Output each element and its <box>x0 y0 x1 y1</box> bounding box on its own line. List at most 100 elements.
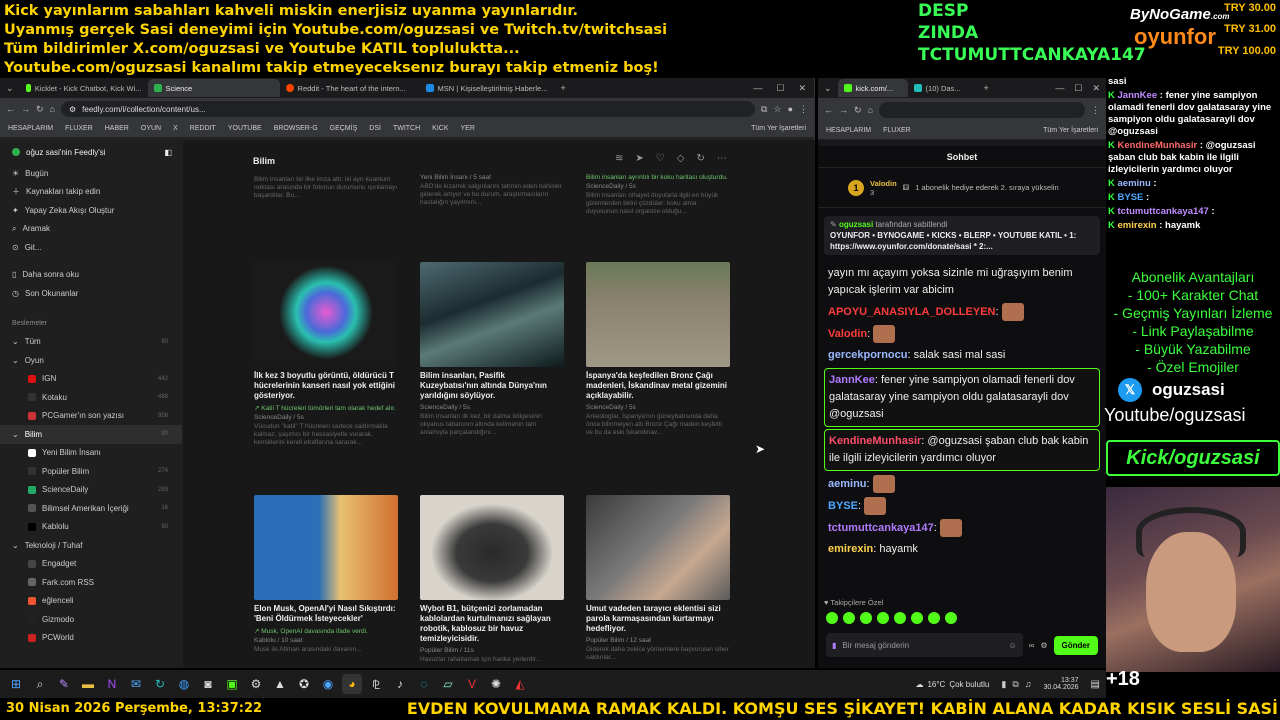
nav-ai-feed[interactable]: ✦ Yapay Zeka Akışı Oluştur <box>0 201 182 220</box>
chat-message[interactable]: Valodin: <box>818 323 1106 345</box>
menu-icon[interactable]: ⋮ <box>1091 105 1100 116</box>
sidebar-feed-item[interactable]: Popüler Bilim 274 <box>0 462 182 481</box>
search-icon[interactable]: ⌕ <box>30 674 50 694</box>
chat-message[interactable]: tctumuttcankaya147: <box>818 517 1106 539</box>
bookmark-reddit[interactable]: REDDIT <box>190 125 216 132</box>
sidebar-feed-item[interactable]: Yeni Bilim İnsanı <box>0 444 182 463</box>
more-icon[interactable]: ⋯ <box>717 153 727 164</box>
sidebar-feed-item[interactable]: ScienceDaily 293 <box>0 481 182 500</box>
bookmark-fluxer[interactable]: FLUXER <box>65 125 93 132</box>
emote-icon[interactable] <box>877 612 889 624</box>
article-card[interactable]: Wybot B1, bütçenizi zorlamadan kablolard… <box>420 495 564 664</box>
back-icon[interactable]: ← <box>6 104 15 114</box>
maximize-icon[interactable]: ☐ <box>776 83 784 94</box>
article-card[interactable]: Bilim insanları, Pasifik Kuzeybatısı'nın… <box>420 262 564 437</box>
app-icon[interactable]: ▱ <box>438 674 458 694</box>
sidebar-feed-item[interactable]: Gizmodo <box>0 610 182 629</box>
close-icon[interactable]: ✕ <box>798 83 806 94</box>
reload-icon[interactable]: ↻ <box>36 104 44 115</box>
emote-icon[interactable] <box>860 612 872 624</box>
favorite-icon[interactable]: ♡ <box>656 153 665 164</box>
camera-icon[interactable]: ◙ <box>198 674 218 694</box>
settings-icon[interactable]: ⚙ <box>1040 641 1047 650</box>
bookmark-yer[interactable]: YER <box>461 125 475 132</box>
article-card-prev-1[interactable]: Bilim insanları bir ilke imza attı: iki … <box>254 174 398 200</box>
sidebar-feed-item[interactable]: ⌄ Bilim 90 <box>0 425 182 444</box>
chat-message[interactable]: JannKee: fener yine sampiyon olamadi fen… <box>824 368 1100 427</box>
sidebar-feed-item[interactable]: eğlenceli <box>0 592 182 611</box>
extensions-icon[interactable]: ⧉ <box>761 104 767 115</box>
weather-widget[interactable]: ☁ 16°C Çok bulutlu <box>915 680 989 689</box>
chevron-down-icon[interactable]: ⌄ <box>12 541 19 550</box>
steam-icon[interactable]: ⚙ <box>246 674 266 694</box>
sidebar-feed-item[interactable]: ⌄ Oyun <box>0 351 182 370</box>
emote-icon[interactable] <box>826 612 838 624</box>
share-icon[interactable]: ➤ <box>635 153 643 164</box>
chat-username[interactable]: BYSE <box>828 500 858 512</box>
chat-message[interactable]: yayın mı açayım yoksa sizinle mi uğraşıy… <box>818 263 1106 301</box>
sidebar-feed-item[interactable]: Bilimsel Amerikan İçeriği 16 <box>0 499 182 518</box>
bookmark-gecmis[interactable]: GEÇMİŞ <box>330 125 358 132</box>
label-icon[interactable]: ◇ <box>677 153 685 164</box>
tab-science[interactable]: Science <box>147 79 280 97</box>
back-icon[interactable]: ← <box>824 105 833 115</box>
bookmark-kick[interactable]: KICK <box>432 125 448 132</box>
chat-username[interactable]: Valodin <box>828 328 867 340</box>
profile-icon[interactable]: ● <box>788 104 793 114</box>
audio-icon[interactable]: ♪ <box>390 674 410 694</box>
sidebar-feed-item[interactable]: PCGamer'ın son yazısı 958 <box>0 407 182 426</box>
home-icon[interactable]: ⌂ <box>868 105 873 115</box>
app-icon[interactable]: ▣ <box>222 674 242 694</box>
bookmark-star-icon[interactable]: ☆ <box>773 104 781 115</box>
chevron-down-icon[interactable]: ⌄ <box>12 337 19 346</box>
chevron-down-icon[interactable]: ⌄ <box>12 356 19 365</box>
reload-icon[interactable]: ↻ <box>854 105 862 116</box>
mic-icon[interactable]: ▮ <box>832 641 836 650</box>
article-card-prev-2[interactable]: Yeni Bilim İnsanı / 5 saat ABD'de kızamık… <box>420 174 564 207</box>
bookmark-browser-g[interactable]: BROWSER-G <box>274 125 318 132</box>
chat-message[interactable]: KendineMunhasir: @oguzsasi şaban club ba… <box>824 429 1100 471</box>
mic-tray-icon[interactable]: ▮ <box>1001 679 1006 690</box>
chat-message[interactable]: emirexin: hayamk <box>818 539 1106 560</box>
onenote-icon[interactable]: N <box>102 674 122 694</box>
chat-message[interactable]: aeminu: <box>818 473 1106 495</box>
refresh-app-icon[interactable]: ↻ <box>150 674 170 694</box>
forward-icon[interactable]: → <box>21 104 30 114</box>
tab-search-icon[interactable]: ⌄ <box>824 83 832 94</box>
bookmark-dsi[interactable]: DSİ <box>369 125 381 132</box>
chat-username[interactable]: KendineMunhasir <box>829 435 921 447</box>
nav-today[interactable]: ☀ Bugün <box>0 164 182 183</box>
tab-dashboard[interactable]: (10) Das... <box>908 79 978 97</box>
bookmark-fluxer[interactable]: FLUXER <box>883 127 911 134</box>
sidebar-feed-item[interactable]: Kablolu 90 <box>0 518 182 537</box>
network-icon[interactable]: ⧉ <box>1012 679 1018 690</box>
nav-recently-read[interactable]: ◷ Son Okunanlar <box>0 284 182 303</box>
app-icon[interactable]: ◌ <box>414 674 434 694</box>
chat-message[interactable]: BYSE: <box>818 495 1106 517</box>
mail-icon[interactable]: ✉ <box>126 674 146 694</box>
bookmark-all[interactable]: Tüm Yer İşaretleri <box>751 125 806 132</box>
nav-search[interactable]: ⌕ Aramak <box>0 220 182 239</box>
user-menu[interactable]: oğuz sasi'nin Feedly'si ◧ <box>0 140 182 164</box>
bookmark-youtube[interactable]: YOUTUBE <box>228 125 262 132</box>
nav-follow-sources[interactable]: ＋ Kaynakları takip edin <box>0 183 182 202</box>
nav-go[interactable]: ⊙ Git... <box>0 238 182 257</box>
emote-icon[interactable] <box>911 612 923 624</box>
start-icon[interactable]: ⊞ <box>6 674 26 694</box>
maximize-icon[interactable]: ☐ <box>1074 83 1082 94</box>
tab-search-icon[interactable]: ⌄ <box>6 83 14 94</box>
volume-icon[interactable]: ♫ <box>1025 679 1032 690</box>
article-card[interactable]: İlk kez 3 boyutlu görüntü, öldürücü T hü… <box>254 262 398 447</box>
chat-username[interactable]: aeminu <box>828 478 867 490</box>
tab-kicklet[interactable]: Kicklet - Kick Chatbot, Kick Wi... <box>20 79 148 97</box>
tab-msn[interactable]: MSN | Kişiselleştirilmiş Haberle... <box>420 79 555 97</box>
url-input[interactable] <box>878 102 1085 118</box>
sidebar-feed-item[interactable]: PCWorld <box>0 629 182 648</box>
vivaldi-icon[interactable]: V <box>462 674 482 694</box>
minimize-icon[interactable]: — <box>1055 83 1064 93</box>
collapse-icon[interactable]: ◧ <box>164 148 172 157</box>
tab-reddit[interactable]: Reddit - The heart of the intern... <box>280 79 420 97</box>
emote-icon[interactable] <box>928 612 940 624</box>
chevron-down-icon[interactable]: ⌄ <box>12 430 19 439</box>
url-input[interactable]: ⚙ feedly.com/i/collection/content/us... <box>60 101 756 117</box>
